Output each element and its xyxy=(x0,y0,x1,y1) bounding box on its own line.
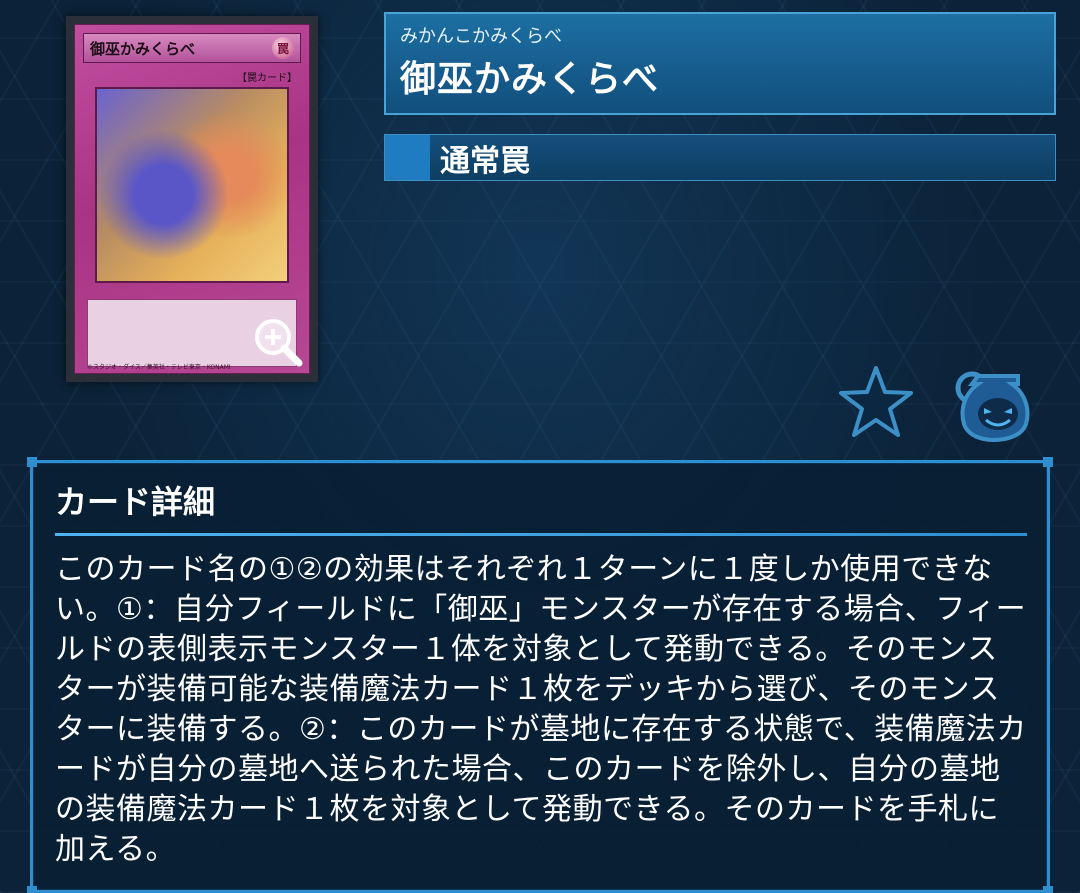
card-type-line: 【罠カード】 xyxy=(237,73,297,84)
panel-corner xyxy=(27,457,37,467)
card-artwork xyxy=(95,87,289,283)
card-face: 御巫かみくらべ 罠 【罠カード】 ©スタジオ・ダイス／集英社・テレビ東京・KON… xyxy=(74,24,310,374)
card-effect-text: このカード名の①②の効果はそれぞれ１ターンに１度しか使用できない。①：自分フィー… xyxy=(55,552,1027,867)
card-image[interactable]: 御巫かみくらべ 罠 【罠カード】 ©スタジオ・ダイス／集英社・テレビ東京・KON… xyxy=(66,16,318,382)
card-copyright: ©スタジオ・ダイス／集英社・テレビ東京・KONAMI xyxy=(87,364,231,371)
panel-corner xyxy=(27,886,37,893)
card-name-text: 御巫かみくらべ xyxy=(90,39,196,58)
card-type-panel: 通常罠 xyxy=(384,134,1056,181)
heading-divider xyxy=(55,533,1027,536)
card-name-panel: みかんこかみくらべ 御巫かみくらべ xyxy=(384,12,1056,115)
trap-attribute-icon: 罠 xyxy=(272,37,294,59)
star-icon[interactable] xyxy=(838,364,914,440)
card-name-ruby: みかんこかみくらべ xyxy=(400,26,562,47)
card-name-bar: 御巫かみくらべ 罠 xyxy=(83,33,301,63)
card-details-heading: カード詳細 xyxy=(55,483,216,521)
panel-corner xyxy=(1043,886,1053,893)
card-type-label: 通常罠 xyxy=(440,143,530,179)
card-details-panel: カード詳細 このカード名の①②の効果はそれぞれ１ターンに１度しか使用できない。①… xyxy=(27,457,1053,893)
card-name-title: 御巫かみくらべ xyxy=(400,59,660,100)
magnify-plus-icon[interactable] xyxy=(249,313,305,369)
pot-icon[interactable] xyxy=(950,364,1040,444)
panel-corner xyxy=(1043,457,1053,467)
type-marker xyxy=(385,135,430,180)
